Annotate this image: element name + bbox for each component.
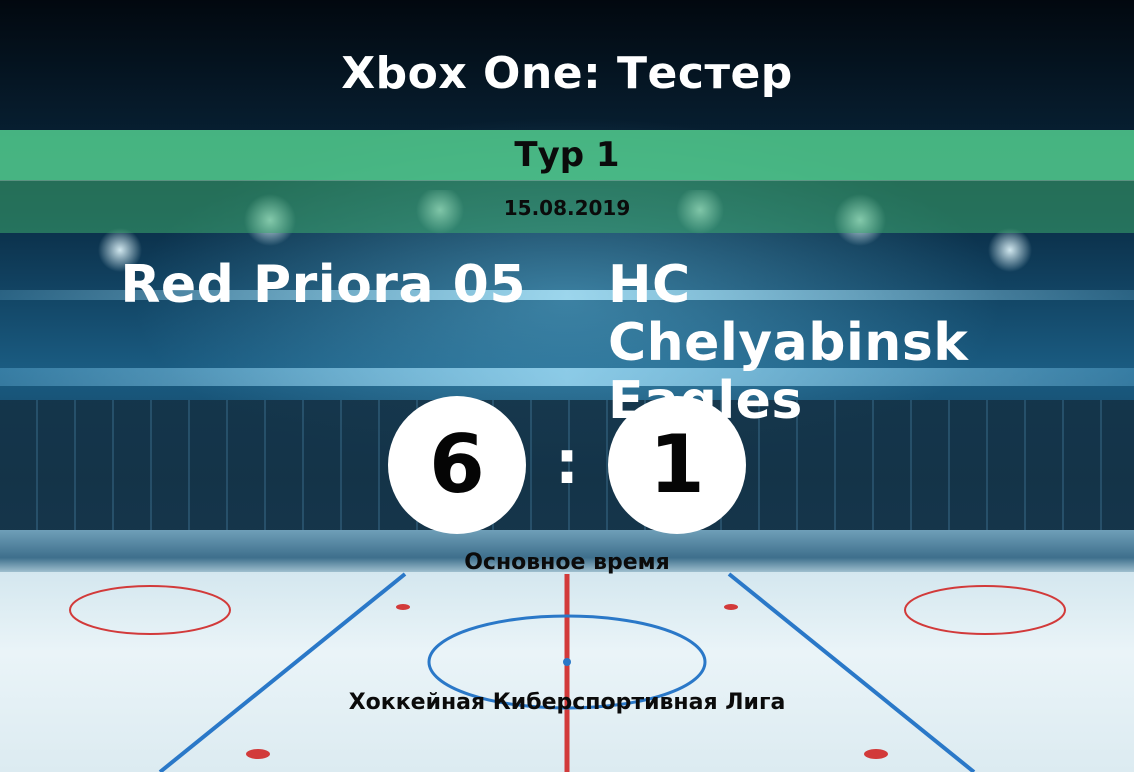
- faceoff-circle-left: [69, 585, 231, 635]
- ice-rink: [0, 572, 1134, 772]
- away-score: 1: [608, 396, 746, 534]
- center-dot: [563, 658, 571, 666]
- period-label: Основное время: [464, 550, 670, 575]
- match-result-card: Xbox One: Тестер Тур 1 15.08.2019 Red Pr…: [0, 0, 1134, 772]
- score-separator: :: [555, 428, 579, 498]
- faceoff-dot: [246, 749, 270, 759]
- faceoff-dot: [396, 604, 410, 610]
- round-label: Тур 1: [514, 135, 620, 175]
- blue-line-left: [158, 572, 407, 772]
- home-score: 6: [388, 396, 526, 534]
- faceoff-circle-right: [904, 585, 1066, 635]
- match-date: 15.08.2019: [503, 196, 631, 220]
- rink-markings: [69, 572, 1066, 772]
- home-team-name: Red Priora 05: [120, 255, 526, 315]
- faceoff-dot: [724, 604, 738, 610]
- faceoff-dot: [864, 749, 888, 759]
- league-name: Хоккейная Киберспортивная Лига: [348, 690, 786, 715]
- blue-line-right: [727, 572, 976, 772]
- event-title: Xbox One: Тестер: [341, 48, 793, 99]
